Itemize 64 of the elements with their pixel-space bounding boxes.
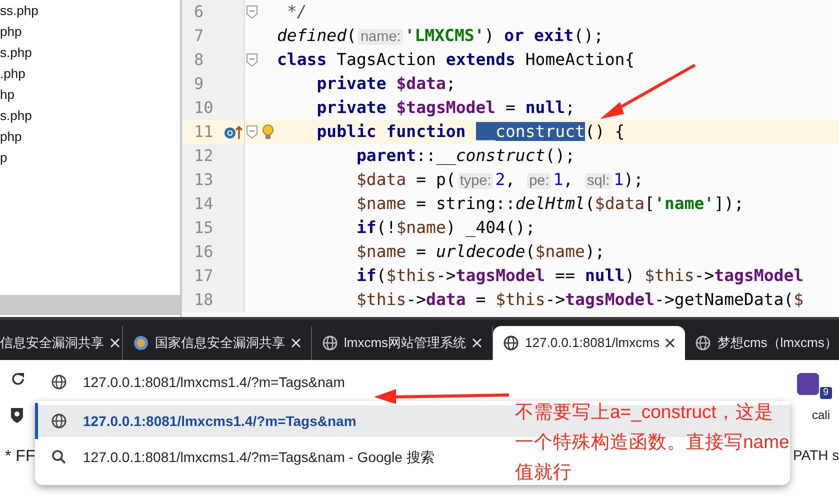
code-line: $name = string::delHtml($data['name']); — [355, 192, 744, 215]
horizontal-scrollbar[interactable] — [0, 295, 180, 315]
file-name[interactable]: php — [0, 126, 180, 147]
bookmark-label[interactable]: cali — [812, 406, 830, 424]
code-line: if(!$name) _404(); — [355, 216, 536, 239]
file-name[interactable]: php — [0, 21, 180, 42]
browser-tab[interactable]: 信息安全漏洞共享 — [0, 326, 123, 360]
extension-badge: 9 — [820, 387, 832, 399]
code-line: defined( name: 'LMXCMS') or exit(); — [277, 24, 604, 47]
site-logo-icon — [133, 335, 149, 351]
close-icon[interactable] — [665, 338, 676, 348]
line-number: 9 — [194, 73, 205, 95]
parameter-hint: pe: — [527, 172, 552, 189]
parameter-hint: type: — [458, 172, 494, 189]
code-line: private $tagsModel = null; — [316, 96, 576, 119]
browser-tab[interactable]: 127.0.0.1:8081/lmxcms — [493, 326, 686, 360]
globe-icon — [51, 374, 67, 390]
file-name[interactable]: .php — [0, 63, 180, 84]
line-number: 7 — [194, 25, 205, 47]
override-method-icon[interactable] — [224, 124, 244, 140]
parameter-hint: sql: — [585, 172, 612, 189]
globe-icon — [322, 335, 338, 351]
browser-tab[interactable]: 国家信息安全漏洞共享 — [123, 326, 312, 360]
globe-icon — [51, 413, 67, 429]
code-line: class TagsAction extends HomeAction{ — [277, 48, 635, 71]
fold-marker-icon[interactable] — [246, 53, 258, 67]
file-name[interactable]: hp — [0, 84, 180, 105]
fold-marker-icon[interactable] — [246, 5, 258, 19]
code-line: $data = p( type: 2, pe: 1, sql: 1); — [355, 168, 644, 191]
page-text: * FF — [5, 447, 36, 467]
annotation-text: 不需要写上a=_construct，这是一个特殊构造函数。直接写name值就行 — [515, 400, 790, 484]
line-number: 11 — [194, 121, 214, 143]
suggestion-item[interactable]: 127.0.0.1:8081/lmxcms1.4/?m=Tags&nam - Google 搜索 — [35, 439, 505, 475]
parameter-hint: name: — [358, 28, 403, 45]
code-line: */ — [286, 0, 307, 23]
shield-icon[interactable] — [9, 406, 25, 424]
globe-icon — [503, 335, 520, 351]
extension-icon[interactable] — [797, 373, 819, 395]
line-number: 12 — [194, 145, 214, 167]
file-name[interactable]: ss.php — [0, 0, 180, 21]
line-number: 16 — [194, 241, 214, 263]
line-number: 6 — [194, 1, 205, 23]
code-line: $name = urldecode($name); — [355, 240, 605, 263]
lightbulb-icon[interactable] — [262, 124, 274, 140]
page-text: PATH s — [793, 446, 839, 465]
code-line: $this->data = $this->tagsModel->getNameData($ — [355, 288, 804, 311]
line-number: 17 — [194, 265, 214, 287]
line-number: 10 — [194, 97, 214, 119]
fold-marker-icon[interactable] — [246, 125, 258, 139]
code-line: private $data; — [316, 72, 456, 95]
line-number: 15 — [194, 217, 214, 239]
line-number: 8 — [194, 49, 205, 71]
file-name[interactable]: s.php — [0, 42, 180, 63]
reload-icon[interactable] — [10, 371, 26, 387]
globe-icon — [695, 335, 712, 351]
code-line: parent::__construct(); — [355, 144, 576, 167]
line-number: 13 — [194, 169, 214, 191]
line-number: 18 — [194, 289, 214, 311]
file-name[interactable]: p — [0, 147, 180, 168]
search-icon — [51, 449, 67, 465]
file-name[interactable]: s.php — [0, 105, 180, 126]
line-number: 14 — [194, 193, 214, 215]
code-line: if($this->tagsModel == null) $this->tagsModel — [355, 264, 804, 287]
browser-tab[interactable]: 梦想cms（lmxcms） — [685, 326, 839, 360]
